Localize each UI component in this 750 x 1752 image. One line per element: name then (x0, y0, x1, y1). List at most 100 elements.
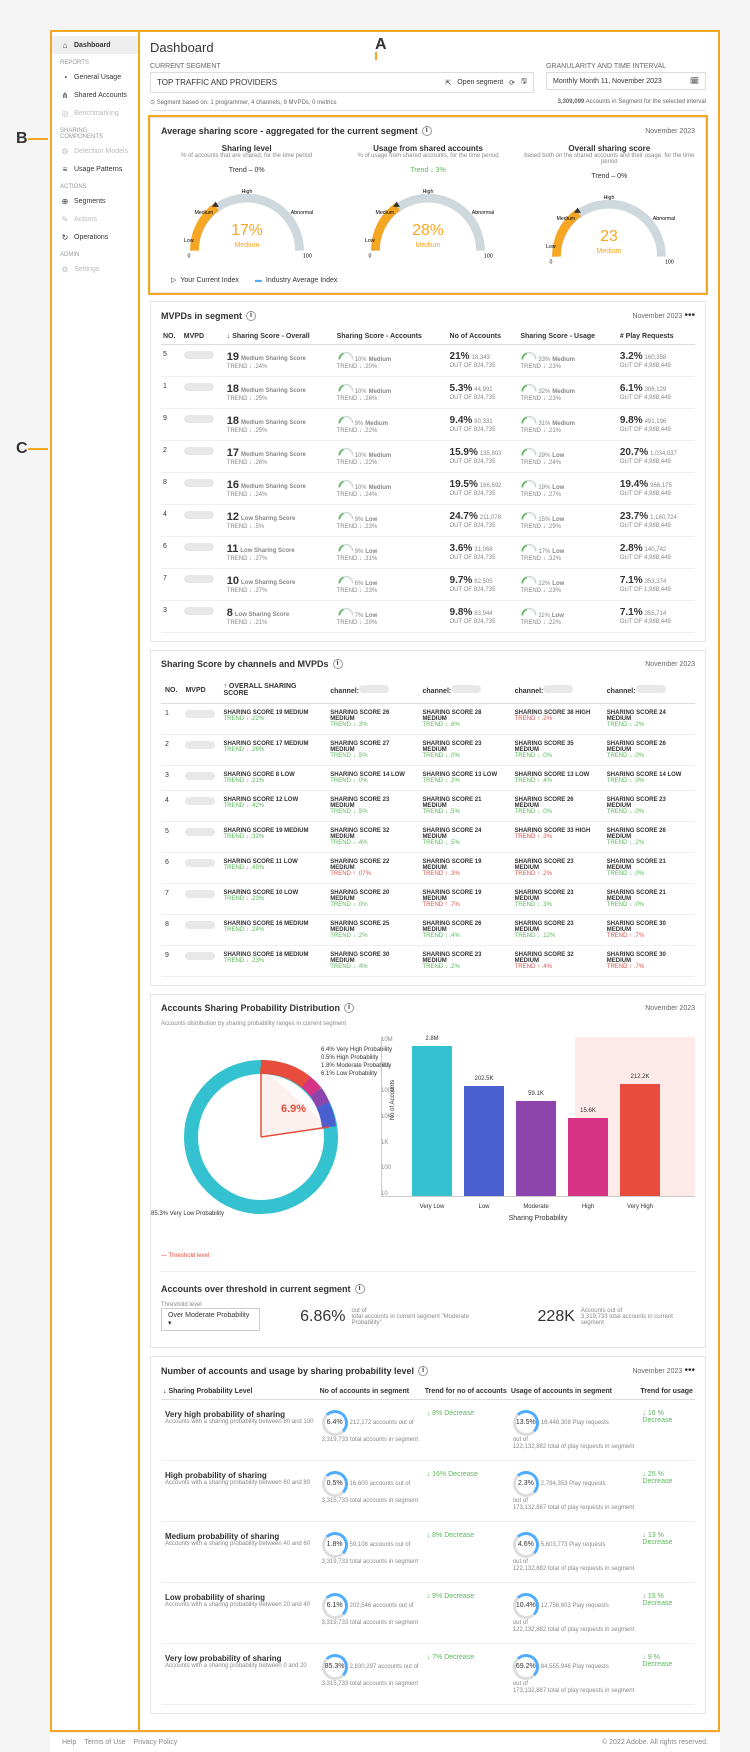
cell-usage-ring: 10.4% 12,756,603 Play requestsout of 122… (509, 1583, 639, 1644)
cell-trend-usage: ↓ 9 % Decrease (638, 1644, 695, 1705)
refresh-icon[interactable]: ⟳ (509, 79, 515, 87)
cell-mvpd (182, 537, 225, 569)
save-icon[interactable]: 🖫 (521, 77, 527, 88)
table-row: 1 18 Medium Sharing ScoreTREND ↓ .25% 10… (161, 377, 695, 409)
info-icon[interactable]: i (355, 1284, 365, 1294)
svg-text:Medium: Medium (557, 216, 576, 222)
calendar-icon[interactable]: 🗓 (690, 77, 699, 85)
segment-input[interactable]: TOP TRAFFIC AND PROVIDERS ⇱ Open segment… (150, 72, 534, 93)
cell-usage-score: 15% LowTREND ↓ .29% (518, 505, 618, 537)
ring-icon: 10.4% (513, 1593, 539, 1619)
sidebar-item-label: Actions (74, 216, 97, 223)
cell-channel-score: SHARING SCORE 14 LOWTREND ↓ .0% (603, 766, 695, 791)
svg-text:100: 100 (303, 254, 312, 260)
cell-channel-score: SHARING SCORE 24 MEDIUMTREND ↓ .5% (418, 822, 510, 853)
table-header[interactable]: Sharing Score - Usage (518, 329, 618, 345)
cell-no: 5 (161, 345, 182, 377)
table-header[interactable]: Usage of accounts in segment (509, 1384, 639, 1400)
cell-channel-score: SHARING SCORE 23 MEDIUMTREND ↓ .0% (418, 735, 510, 766)
cell-channel-score: SHARING SCORE 23 MEDIUMTREND ↓ .5% (326, 791, 418, 822)
bar-value: 15.6K (568, 1108, 608, 1114)
sidebar-item-operations[interactable]: ↻ Operations (52, 228, 138, 246)
table-header[interactable]: Trend for usage (638, 1384, 695, 1400)
open-segment-icon[interactable]: ⇱ (445, 79, 451, 87)
cell-no: 8 (161, 473, 182, 505)
header-row: CURRENT SEGMENT TOP TRAFFIC AND PROVIDER… (150, 63, 706, 93)
bars-container: 2.8MVery Low202.5KLow59.1KModerate15.6KH… (381, 1037, 695, 1197)
more-icon[interactable]: ••• (684, 310, 695, 321)
bar-label: Very Low (412, 1204, 452, 1210)
cell-channel-score: SHARING SCORE 23 MEDIUMTREND ↓ .3% (511, 884, 603, 915)
cell-play: 7.1% 355,714OUT OF 4,988,449 (618, 601, 695, 633)
threshold-accounts-sub: Accounts out of 3,319,733 total accounts… (581, 1308, 695, 1326)
table-header[interactable]: MVPD (181, 677, 219, 704)
info-icon[interactable]: i (418, 1366, 428, 1376)
panel-date: November 2023 (645, 661, 695, 668)
sidebar-icon: ≡ (60, 164, 70, 174)
table-header[interactable]: ↓ Sharing Probability Level (161, 1384, 318, 1400)
table-header[interactable]: # Play Requests (618, 329, 695, 345)
cell-no: 3 (161, 601, 182, 633)
footer-link[interactable]: Help (62, 1739, 76, 1746)
cell-no: 5 (161, 822, 181, 853)
threshold-pct-sub: out of total accounts in current segment… (352, 1308, 498, 1326)
cell-overall: 17 Medium Sharing ScoreTREND ↓ .26% (225, 441, 335, 473)
table-header[interactable]: NO. (161, 329, 182, 345)
table-header[interactable]: NO. (161, 677, 181, 704)
cell-mvpd (181, 884, 219, 915)
sidebar-item-label: General Usage (74, 74, 121, 81)
cell-overall: SHARING SCORE 19 MEDIUMTREND ↓ .22% (219, 704, 326, 735)
cell-trend-accounts: ↓ 9% Decrease (423, 1583, 509, 1644)
table-header[interactable]: No of accounts in segment (318, 1384, 423, 1400)
cell-usage-score: 12% LowTREND ↓ .23% (518, 569, 618, 601)
info-icon[interactable]: i (422, 126, 432, 136)
svg-text:Medium: Medium (416, 242, 441, 249)
table-header[interactable]: ↓ Sharing Score - Overall (225, 329, 335, 345)
cell-no: 6 (161, 853, 181, 884)
more-icon[interactable]: ••• (684, 1365, 695, 1376)
sidebar-item-usage-patterns[interactable]: ≡ Usage Patterns (52, 160, 138, 178)
sidebar-item-label: Operations (74, 234, 108, 241)
bar-label: Low (464, 1204, 504, 1210)
footer-link[interactable]: Terms of Use (84, 1739, 125, 1746)
table-header[interactable]: MVPD (182, 329, 225, 345)
svg-text:0: 0 (368, 254, 371, 260)
cell-mvpd (181, 915, 219, 946)
table-header[interactable]: channel: (326, 677, 418, 704)
cell-overall: 18 Medium Sharing ScoreTREND ↓ .25% (225, 377, 335, 409)
table-header[interactable]: ↑ OVERALL SHARING SCORE (219, 677, 326, 704)
info-icon[interactable]: i (333, 659, 343, 669)
info-icon[interactable]: i (344, 1003, 354, 1013)
sidebar-item-shared-accounts[interactable]: ⋔Shared Accounts (52, 86, 138, 104)
sidebar-item-label: Usage Patterns (74, 166, 122, 173)
table-header[interactable]: Sharing Score - Accounts (335, 329, 448, 345)
sidebar-icon: ↻ (60, 232, 70, 242)
cell-channel-score: SHARING SCORE 23 MEDIUMTREND ↑ .2% (511, 853, 603, 884)
cell-accounts-ring: 0.5% 16,600 accounts out of3,315,733 tot… (318, 1461, 423, 1522)
threshold-row: Threshold level Over Moderate Probabilit… (161, 1294, 695, 1339)
open-segment-label[interactable]: Open segment (457, 79, 503, 86)
granularity-input[interactable]: Monthly Month 11, November 2023 🗓 (546, 72, 706, 90)
cell-overall: 16 Medium Sharing ScoreTREND ↓ .24% (225, 473, 335, 505)
table-header[interactable]: channel: (603, 677, 695, 704)
cell-accounts-score: 10% MediumTREND ↓ .26% (335, 377, 448, 409)
sidebar-item-dashboard[interactable]: ⌂Dashboard (52, 36, 138, 54)
threshold-select[interactable]: Over Moderate Probability ▾ (161, 1308, 260, 1331)
panel-probability: Accounts Sharing Probability Distributio… (150, 994, 706, 1348)
svg-text:Low: Low (365, 238, 375, 244)
info-icon[interactable]: i (246, 311, 256, 321)
cell-trend-usage: ↓ 16 % Decrease (638, 1400, 695, 1461)
cell-accounts-score: 9% LowTREND ↓ .23% (335, 505, 448, 537)
footer-link[interactable]: Privacy Policy (134, 1739, 178, 1746)
table-row: 2 SHARING SCORE 17 MEDIUMTREND ↓ .26%SHA… (161, 735, 695, 766)
cell-accounts-ring: 1.8% 59,108 accounts out of3,319,733 tot… (318, 1522, 423, 1583)
table-header[interactable]: No of Accounts (448, 329, 519, 345)
cell-accounts-score: 10% MediumTREND ↓ .24% (335, 473, 448, 505)
sidebar-item-general-usage[interactable]: ◔General Usage (52, 68, 138, 86)
table-header[interactable]: Trend for no of accounts (423, 1384, 509, 1400)
sidebar-item-segments[interactable]: ⊕Segments (52, 192, 138, 210)
table-header[interactable]: channel: (418, 677, 510, 704)
table-row: 7 SHARING SCORE 10 LOWTREND ↓ .23%SHARIN… (161, 884, 695, 915)
cell-overall: SHARING SCORE 12 LOWTREND ↓ .42% (219, 791, 326, 822)
table-header[interactable]: channel: (511, 677, 603, 704)
